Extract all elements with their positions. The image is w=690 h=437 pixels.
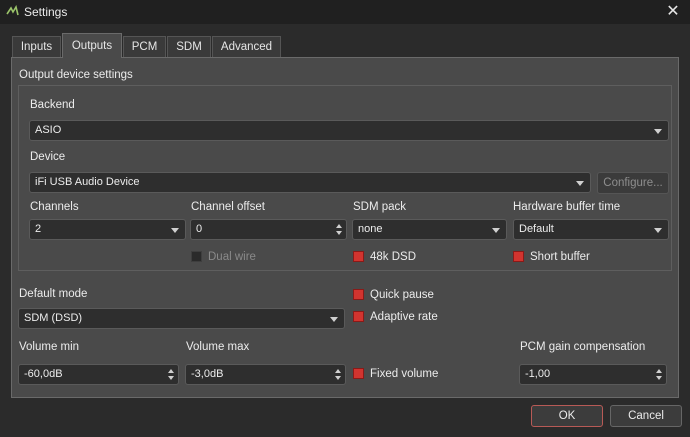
volume-min-label: Volume min — [19, 341, 80, 353]
window-title: Settings — [24, 5, 68, 19]
channels-select[interactable]: 2 — [29, 219, 186, 240]
dual-wire-label: Dual wire — [208, 251, 256, 263]
volume-min-spinbox[interactable]: -60,0dB — [18, 364, 179, 385]
hw-buffer-value: Default — [519, 223, 554, 235]
sdm-pack-label: SDM pack — [353, 201, 407, 213]
chevron-down-icon — [576, 181, 584, 186]
volume-max-spinbox[interactable]: -3,0dB — [185, 364, 346, 385]
sdm-pack-value: none — [358, 223, 383, 235]
tab-outputs[interactable]: Outputs — [62, 33, 122, 58]
dsd48k-checkbox[interactable] — [353, 251, 364, 262]
pcm-gain-label: PCM gain compensation — [520, 341, 646, 353]
backend-value: ASIO — [35, 124, 62, 136]
spin-down-icon[interactable] — [168, 376, 174, 380]
channels-value: 2 — [35, 223, 42, 235]
spin-up-icon[interactable] — [336, 224, 342, 228]
backend-select[interactable]: ASIO — [29, 120, 669, 141]
channels-label: Channels — [30, 201, 79, 213]
cancel-button[interactable]: Cancel — [610, 405, 682, 427]
dsd48k-label: 48k DSD — [370, 251, 417, 263]
app-logo-icon — [6, 5, 19, 16]
hw-buffer-select[interactable]: Default — [513, 219, 669, 240]
backend-label: Backend — [30, 99, 75, 111]
tab-sdm[interactable]: SDM — [167, 36, 211, 57]
fixed-volume-label: Fixed volume — [370, 368, 439, 380]
quick-pause-checkbox[interactable] — [353, 289, 364, 300]
pcm-gain-value: -1,00 — [525, 368, 551, 380]
chevron-down-icon — [171, 228, 179, 233]
spin-down-icon[interactable] — [335, 376, 341, 380]
spin-up-icon[interactable] — [335, 369, 341, 373]
sdm-pack-select[interactable]: none — [352, 219, 507, 240]
tab-advanced[interactable]: Advanced — [212, 36, 281, 57]
fixed-volume-checkbox[interactable] — [353, 368, 364, 379]
ok-button[interactable]: OK — [531, 405, 603, 427]
chevron-down-icon — [654, 129, 662, 134]
channel-offset-label: Channel offset — [191, 201, 265, 213]
adaptive-rate-label: Adaptive rate — [370, 311, 438, 323]
pcm-gain-spinbox[interactable]: -1,00 — [519, 364, 667, 385]
channel-offset-spinbox[interactable]: 0 — [190, 219, 347, 240]
dual-wire-checkbox[interactable] — [191, 251, 202, 262]
spin-up-icon[interactable] — [168, 369, 174, 373]
device-value: iFi USB Audio Device — [35, 176, 140, 188]
tab-pcm[interactable]: PCM — [123, 36, 166, 57]
configure-button[interactable]: Configure... — [597, 172, 669, 194]
adaptive-rate-checkbox[interactable] — [353, 311, 364, 322]
chevron-down-icon — [330, 317, 338, 322]
group-title: Output device settings — [19, 69, 133, 81]
spin-down-icon[interactable] — [336, 231, 342, 235]
short-buffer-checkbox[interactable] — [513, 251, 524, 262]
default-mode-select[interactable]: SDM (DSD) — [18, 308, 345, 329]
device-label: Device — [30, 151, 66, 163]
volume-max-value: -3,0dB — [191, 368, 224, 380]
hw-buffer-label: Hardware buffer time — [513, 201, 621, 213]
quick-pause-label: Quick pause — [370, 289, 434, 301]
title-bar — [0, 0, 690, 24]
default-mode-value: SDM (DSD) — [24, 312, 83, 324]
spin-up-icon[interactable] — [656, 369, 662, 373]
spin-down-icon[interactable] — [656, 376, 662, 380]
device-select[interactable]: iFi USB Audio Device — [29, 172, 591, 193]
chevron-down-icon — [492, 228, 500, 233]
volume-min-value: -60,0dB — [24, 368, 63, 380]
chevron-down-icon — [654, 228, 662, 233]
default-mode-label: Default mode — [19, 288, 88, 300]
short-buffer-label: Short buffer — [530, 251, 590, 263]
tab-inputs[interactable]: Inputs — [12, 36, 61, 57]
close-icon[interactable]: ✕ — [662, 2, 684, 22]
channel-offset-value: 0 — [196, 223, 203, 235]
volume-max-label: Volume max — [186, 341, 250, 353]
